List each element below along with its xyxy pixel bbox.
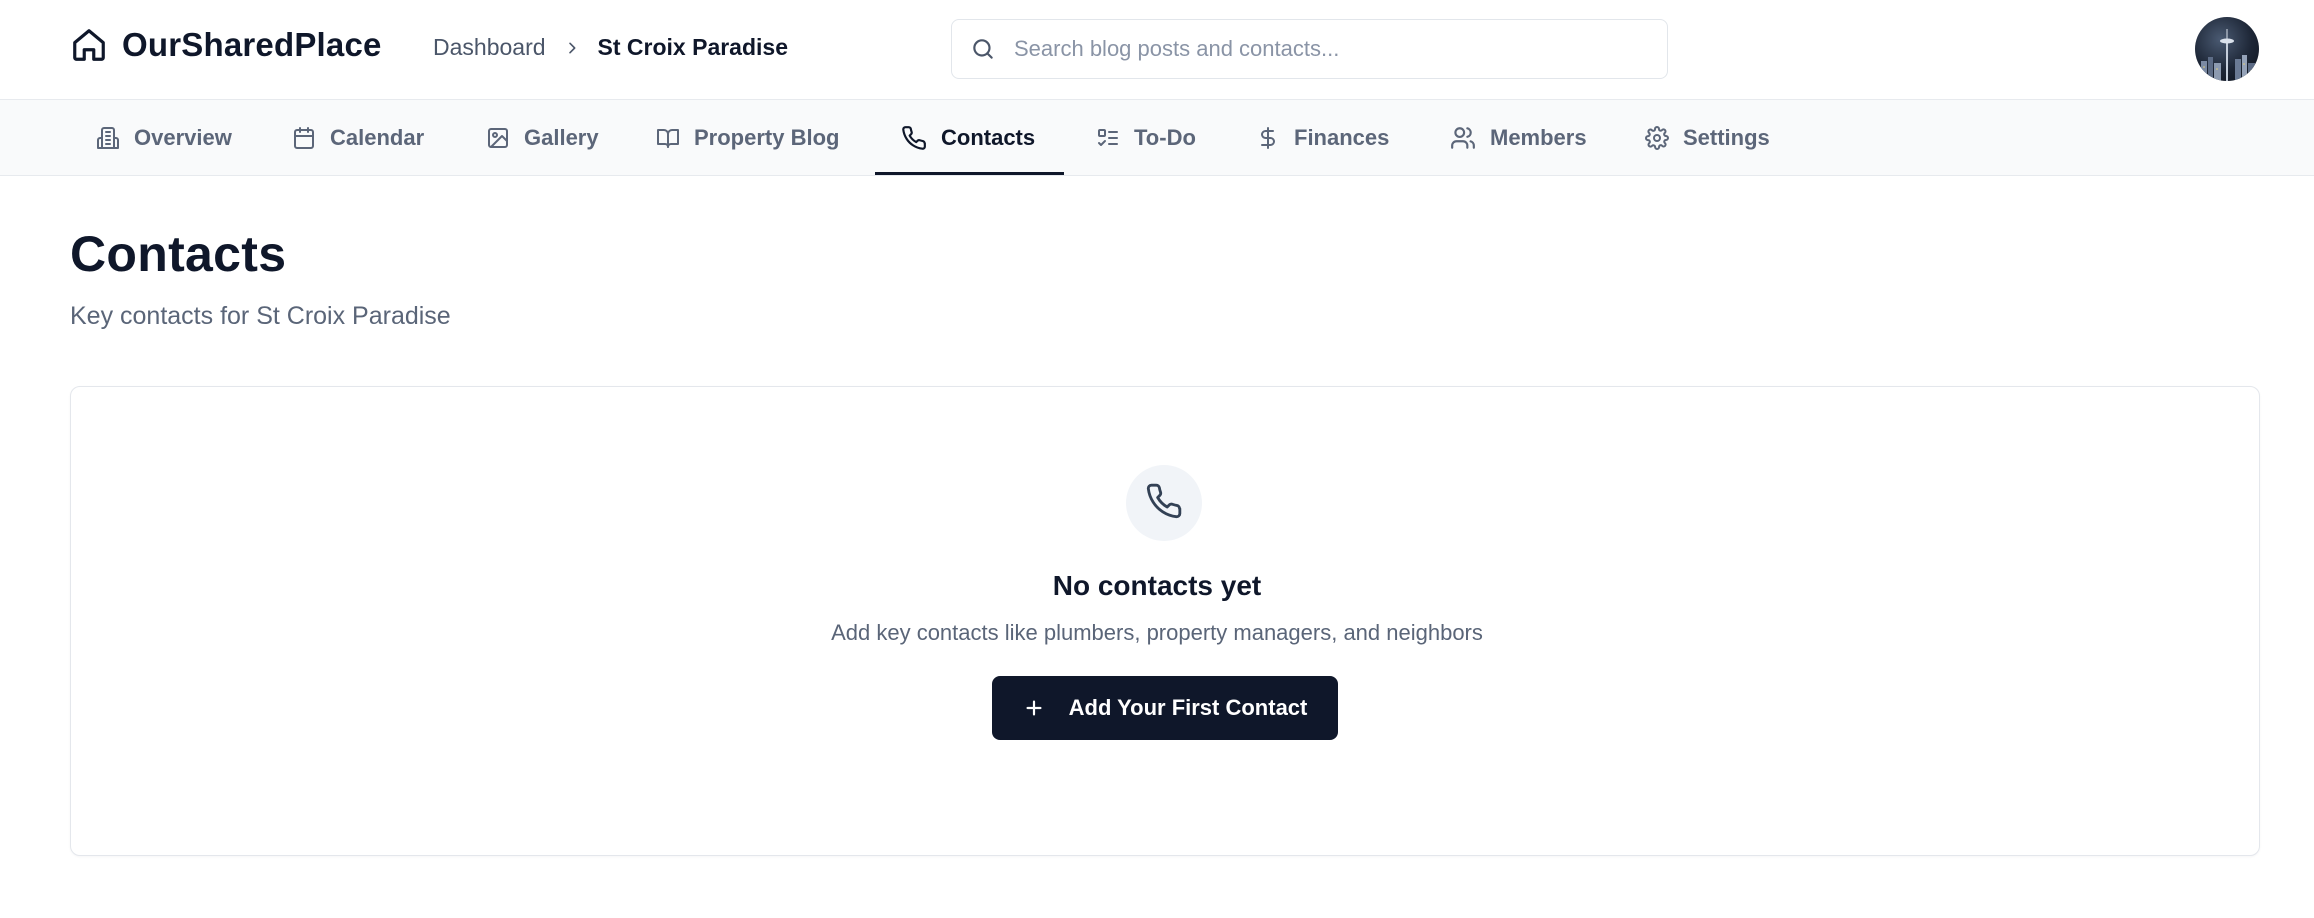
section-tabs: Overview Calendar Gallery Property Blog <box>0 100 2314 176</box>
tab-settings[interactable]: Settings <box>1645 100 1770 176</box>
tab-property-blog[interactable]: Property Blog <box>656 100 839 176</box>
building-icon <box>96 126 120 150</box>
tab-label: Gallery <box>524 125 599 150</box>
users-icon <box>1450 125 1476 151</box>
tab-to-do[interactable]: To-Do <box>1096 100 1196 176</box>
tab-label: Members <box>1490 125 1587 150</box>
dollar-icon <box>1256 126 1280 150</box>
tab-label: Calendar <box>330 125 425 150</box>
tab-label: Property Blog <box>694 125 840 150</box>
gear-icon <box>1645 126 1669 150</box>
tab-label: Overview <box>134 125 232 150</box>
calendar-icon <box>292 126 316 150</box>
tab-overview[interactable]: Overview <box>96 100 232 176</box>
image-icon <box>486 126 510 150</box>
breadcrumb-dashboard-link[interactable]: Dashboard <box>433 34 546 61</box>
tab-finances[interactable]: Finances <box>1256 100 1389 176</box>
breadcrumb-current: St Croix Paradise <box>597 34 788 60</box>
empty-state-icon-circle <box>1126 465 1202 541</box>
tab-label: Settings <box>1683 125 1770 150</box>
brand-name: OurSharedPlace <box>122 26 382 63</box>
search-input[interactable] <box>1014 36 1654 62</box>
page-title: Contacts <box>70 226 287 282</box>
plus-icon <box>1023 697 1045 719</box>
add-first-contact-label: Add Your First Contact <box>1068 695 1308 720</box>
tab-label: Finances <box>1294 125 1390 150</box>
tab-gallery[interactable]: Gallery <box>486 100 599 176</box>
add-first-contact-button[interactable]: Add Your First Contact <box>992 676 1338 740</box>
phone-icon <box>901 125 927 151</box>
home-icon <box>70 26 108 64</box>
tab-label: To-Do <box>1134 125 1196 150</box>
list-todo-icon <box>1096 126 1120 150</box>
tab-calendar[interactable]: Calendar <box>292 100 424 176</box>
empty-state-description: Add key contacts like plumbers, property… <box>831 620 1483 645</box>
active-tab-indicator <box>875 172 1064 175</box>
top-header: OurSharedPlace Dashboard St Croix Paradi… <box>0 0 2314 100</box>
page-subtitle: Key contacts for St Croix Paradise <box>70 302 451 330</box>
tab-label: Contacts <box>941 125 1036 150</box>
brand-logo-link[interactable]: OurSharedPlace <box>70 26 382 64</box>
breadcrumb: Dashboard St Croix Paradise <box>433 34 788 61</box>
user-avatar[interactable] <box>2195 17 2259 81</box>
book-open-icon <box>656 126 680 150</box>
search-icon <box>970 36 996 62</box>
search-box <box>951 19 1668 79</box>
empty-state-title: No contacts yet <box>1052 570 1262 601</box>
tab-members[interactable]: Members <box>1450 100 1587 176</box>
tab-contacts[interactable]: Contacts <box>901 100 1035 176</box>
chevron-right-icon <box>564 40 580 56</box>
phone-icon <box>1145 482 1183 525</box>
